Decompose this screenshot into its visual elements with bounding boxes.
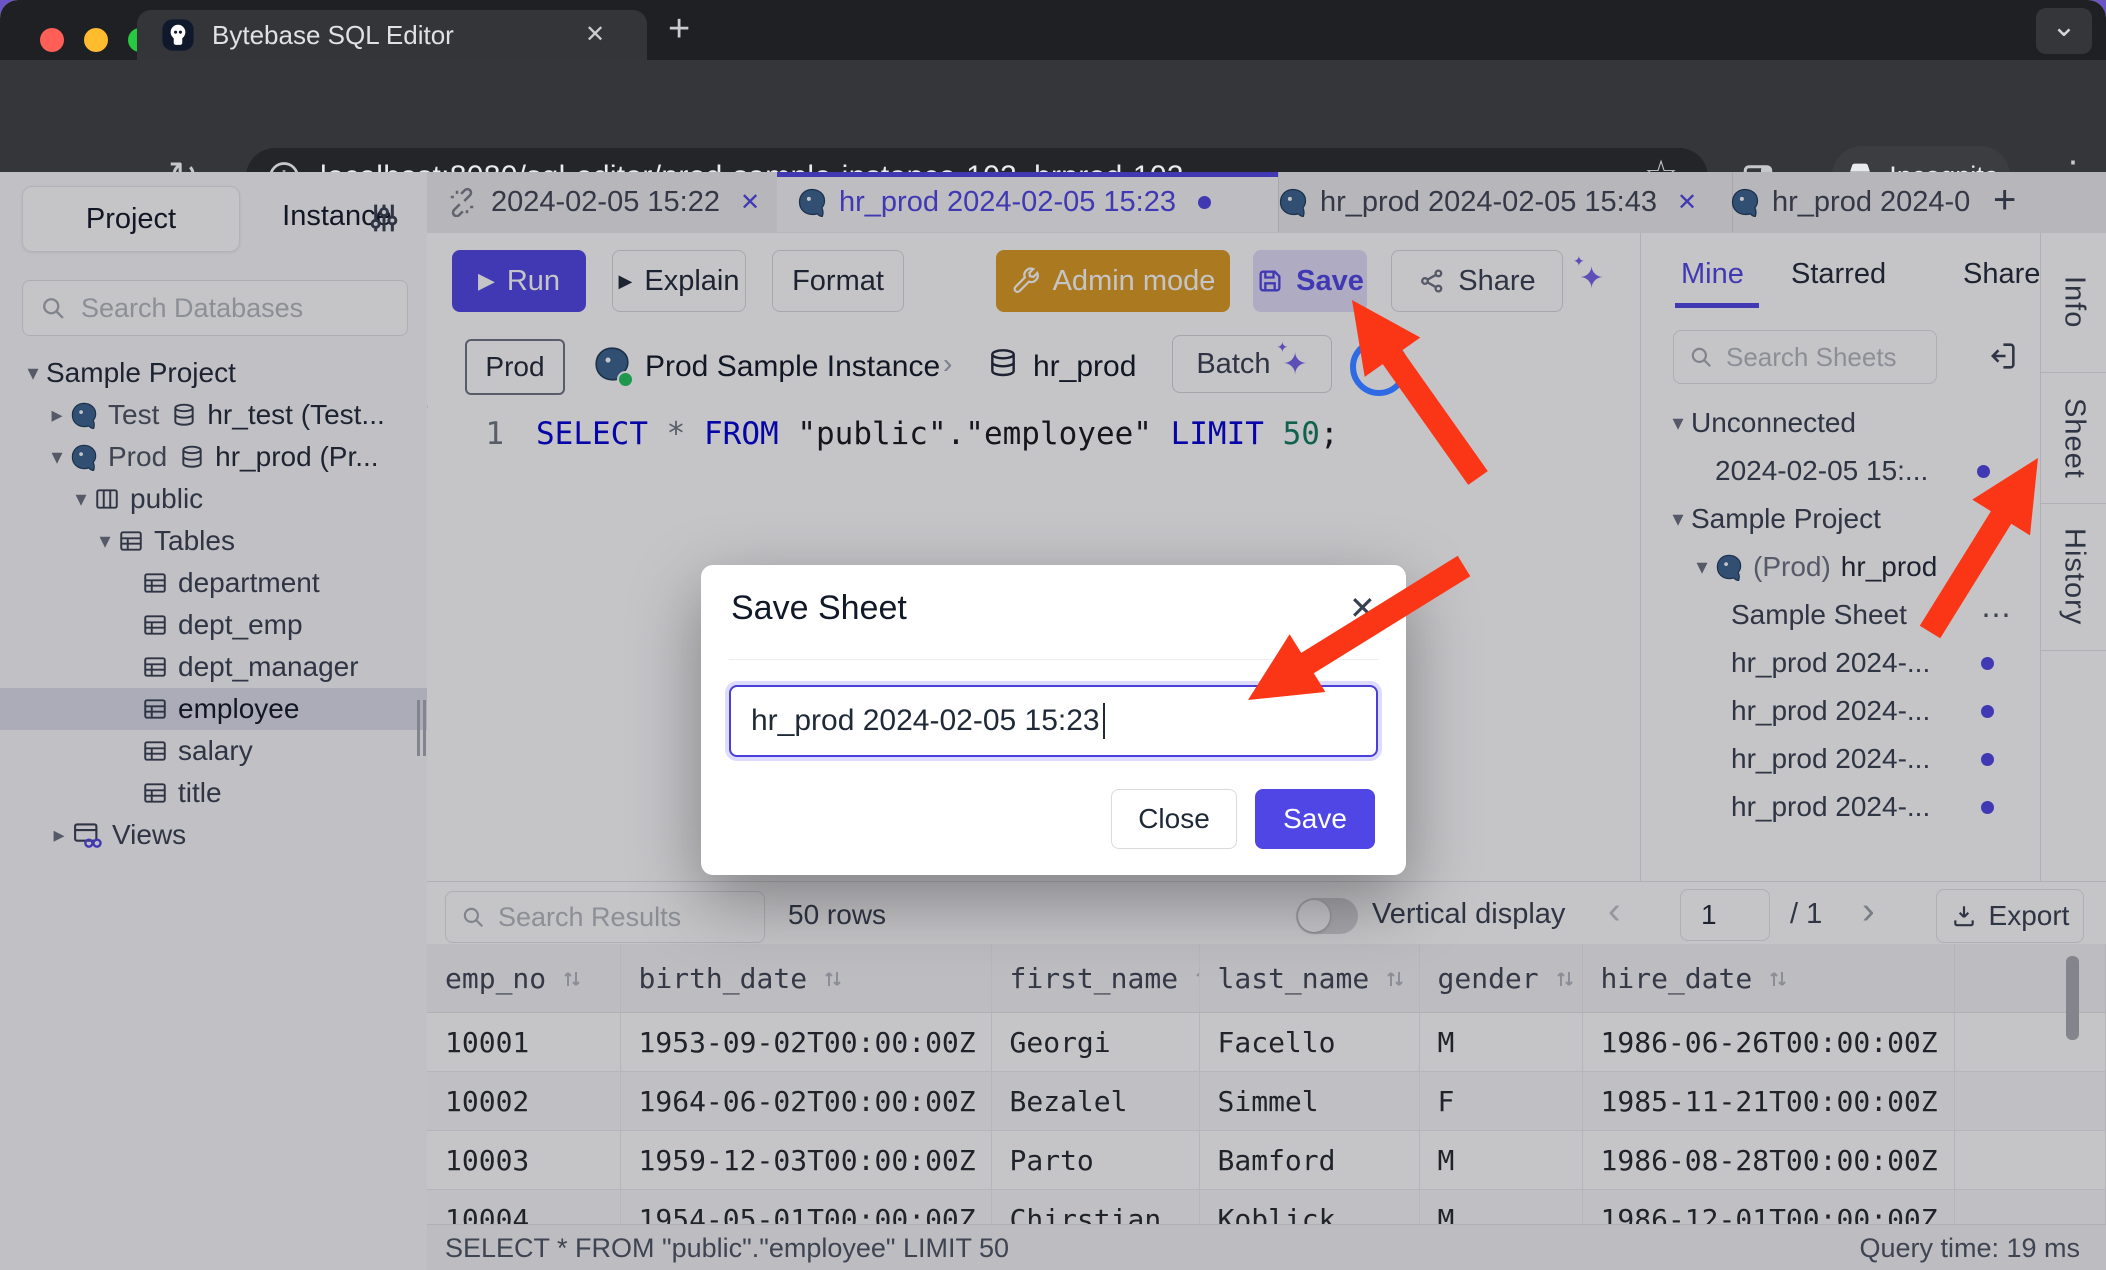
new-tab-icon[interactable]: + (668, 8, 690, 51)
modal-save-label: Save (1283, 803, 1347, 835)
modal-close-icon[interactable]: ✕ (1349, 589, 1376, 627)
browser-tab-title: Bytebase SQL Editor (212, 20, 454, 51)
sheet-name-field[interactable]: hr_prod 2024-02-05 15:23 (729, 685, 1378, 757)
sheet-name-value: hr_prod 2024-02-05 15:23 (751, 704, 1100, 738)
tab-close-icon[interactable]: ✕ (585, 20, 605, 49)
mac-close-button[interactable] (40, 28, 64, 52)
modal-save-button[interactable]: Save (1255, 789, 1375, 849)
save-sheet-modal: Save Sheet ✕ hr_prod 2024-02-05 15:23 Cl… (701, 565, 1406, 875)
bytebase-favicon (161, 18, 195, 52)
browser-frame: Bytebase SQL Editor ✕ + ⌄ (0, 0, 2106, 60)
browser-tab[interactable]: Bytebase SQL Editor ✕ (137, 10, 647, 60)
mac-minimize-button[interactable] (84, 28, 108, 52)
modal-title: Save Sheet (731, 589, 907, 628)
tab-search-button[interactable]: ⌄ (2036, 8, 2092, 54)
modal-close-label: Close (1138, 803, 1210, 835)
modal-divider (729, 659, 1378, 660)
browser-toolbar: ← → ↻ localhost:8080/sql-editor/prod-sam… (0, 60, 2106, 172)
chevron-down-icon: ⌄ (2051, 9, 2076, 44)
text-cursor (1103, 703, 1105, 739)
browser-window: Bytebase SQL Editor ✕ + ⌄ ← → ↻ localhos… (0, 0, 2106, 1270)
modal-close-button[interactable]: Close (1111, 789, 1237, 849)
